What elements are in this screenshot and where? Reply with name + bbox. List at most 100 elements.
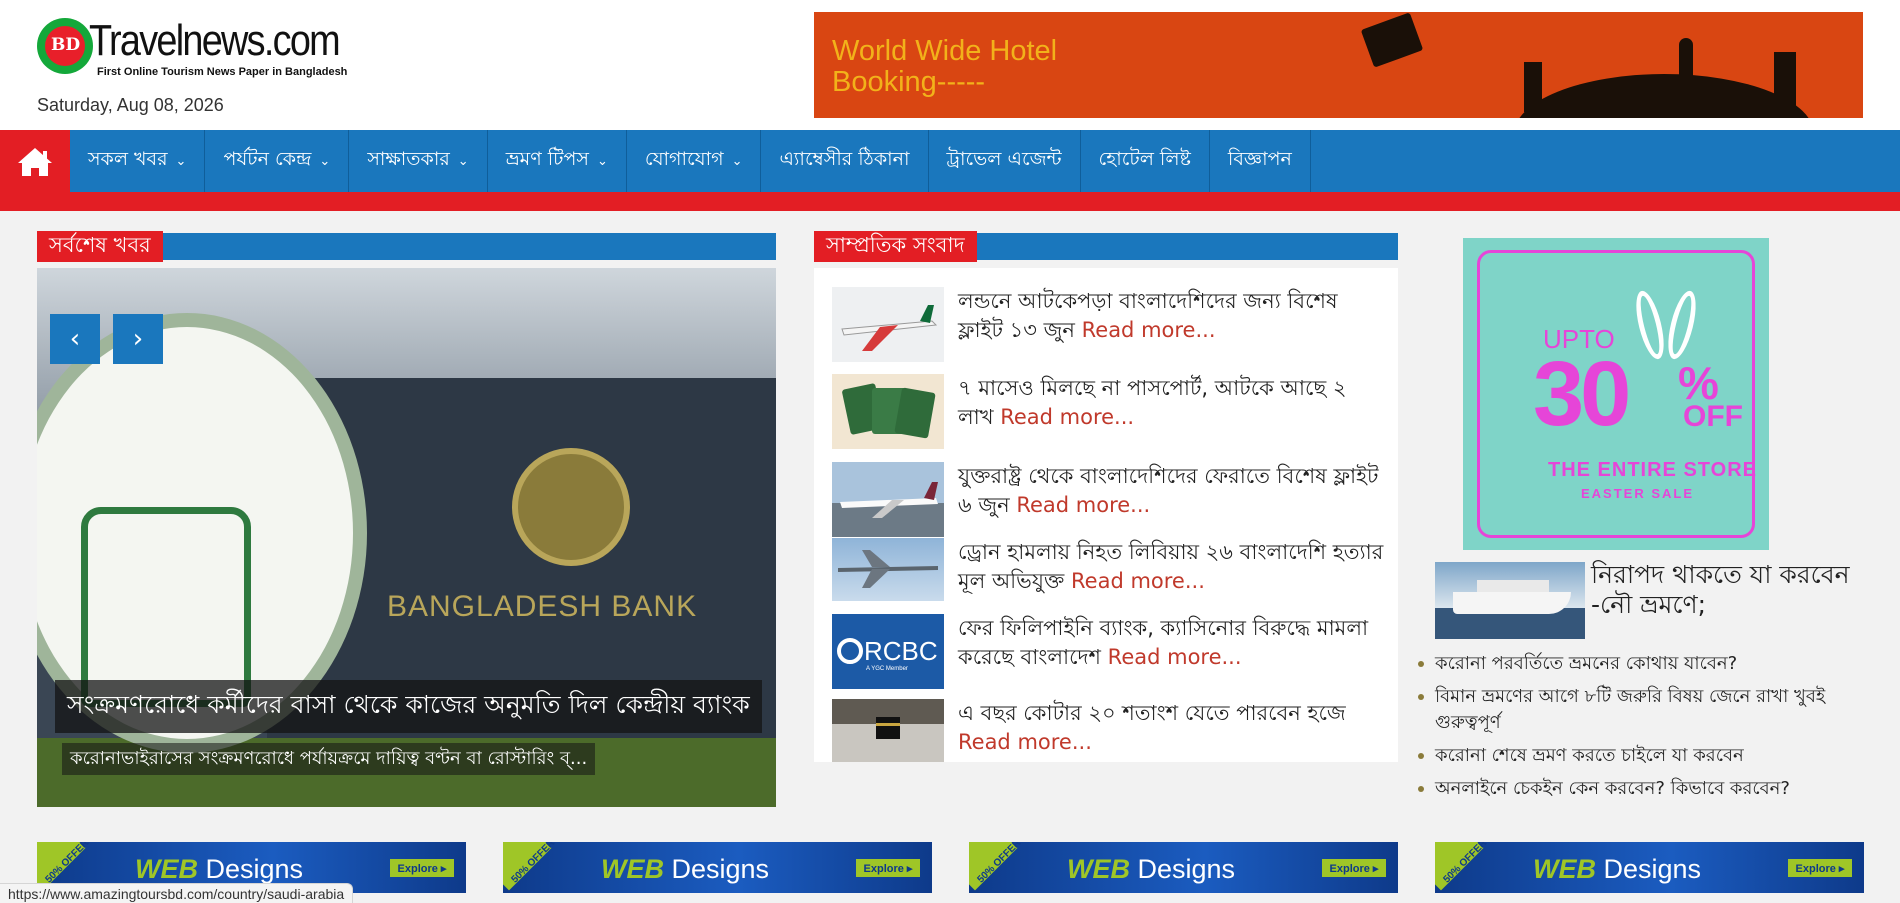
- site-header: BD Travelnews.com First Online Tourism N…: [0, 0, 1900, 130]
- read-more-link[interactable]: Read more...: [1108, 645, 1242, 669]
- recent-news-header: সাম্প্রতিক সংবাদ: [814, 231, 1398, 262]
- sidebar-link[interactable]: অনলাইনে চেকইন কেন করবেন? কিভাবে করবেন?: [1418, 776, 1888, 802]
- nav-item-label: পর্যটন কেন্দ্র: [223, 148, 312, 170]
- nav-menu: সকল খবর ⌄ পর্যটন কেন্দ্র ⌄ সাক্ষাতকার ⌄ ভ্রমণ …: [70, 130, 1311, 192]
- sidebar-link[interactable]: বিমান ভ্রমণের আগে ৮টি জরুরি বিষয় জেনে র…: [1418, 684, 1888, 736]
- site-logo[interactable]: BD Travelnews.com First Online Tourism N…: [37, 16, 347, 80]
- nav-item[interactable]: সাক্ষাতকার ⌄: [349, 130, 488, 192]
- bank-seal-emblem: [81, 507, 251, 707]
- chevron-right-icon: ›: [132, 324, 144, 354]
- web-design-ad[interactable]: 50% OFFER WEB Designs Explore ▸: [969, 842, 1398, 893]
- sidebar-link[interactable]: করোনা পরবর্তিতে ভ্রমনের কোথায় যাবেন?: [1418, 651, 1888, 677]
- nav-item[interactable]: সকল খবর ⌄: [70, 130, 206, 192]
- ad-off-text: OFF: [1683, 400, 1743, 433]
- news-thumbnail: RCBC A YGC Member: [832, 614, 944, 689]
- list-item[interactable]: যুক্তরাষ্ট্র থেকে বাংলাদেশিদের ফেরাতে বি…: [832, 462, 1392, 537]
- nav-item[interactable]: পর্যটন কেন্দ্র ⌄: [205, 130, 350, 192]
- feature-thumbnail[interactable]: [1435, 562, 1585, 639]
- chevron-down-icon: ⌄: [731, 153, 743, 169]
- recent-news-title: সাম্প্রতিক সংবাদ: [814, 231, 977, 262]
- passport-icon: [1360, 12, 1424, 68]
- latest-news-header: সর্বশেষ খবর: [37, 231, 776, 262]
- rcbc-logo-subtext: A YGC Member: [866, 666, 908, 672]
- news-thumbnail: [832, 462, 944, 537]
- home-icon: [18, 148, 52, 176]
- ad-web-text: WEB: [135, 854, 198, 884]
- logo-bd-text: BD: [51, 35, 81, 55]
- chevron-down-icon: ⌄: [319, 153, 331, 169]
- nav-underline: [0, 192, 1900, 211]
- logo-tagline: First Online Tourism News Paper in Bangl…: [97, 66, 348, 78]
- nav-item[interactable]: এ্যাম্বেসীর ঠিকানা: [761, 130, 929, 192]
- status-bar-url: https://www.amazingtoursbd.com/country/s…: [0, 883, 354, 903]
- list-item[interactable]: এ বছর কোটার ২০ শতাংশ যেতে পারবেন হজে Rea…: [832, 699, 1392, 774]
- read-more-link[interactable]: Read more...: [1016, 493, 1150, 517]
- nav-item[interactable]: যোগাযোগ ⌄: [627, 130, 762, 192]
- nav-home-button[interactable]: [0, 130, 70, 192]
- news-slider[interactable]: BANGLADESH BANK ‹ › সংক্রমণরোধে কর্মীদের…: [37, 268, 776, 807]
- bank-sign-text: BANGLADESH BANK: [387, 590, 698, 623]
- nav-item-label: ট্রাভেল এজেন্ট: [946, 148, 1062, 170]
- chevron-down-icon: ⌄: [175, 153, 187, 169]
- ad-explore-button[interactable]: Explore ▸: [1322, 859, 1386, 877]
- nav-item-label: বিজ্ঞাপন: [1227, 148, 1292, 170]
- ad-designs-text: Designs: [198, 854, 304, 884]
- list-item[interactable]: ৭ মাসেও মিলছে না পাসপোর্ট, আটকে আছে ২ লা…: [832, 374, 1392, 449]
- ad-headline: WEB Designs: [135, 854, 303, 885]
- read-more-link[interactable]: Read more...: [958, 730, 1092, 754]
- hotel-booking-banner[interactable]: World Wide Hotel Booking-----: [814, 12, 1863, 118]
- read-more-link[interactable]: Read more...: [1000, 405, 1134, 429]
- news-headline[interactable]: এ বছর কোটার ২০ শতাংশ যেতে পারবেন হজে Rea…: [958, 699, 1388, 757]
- news-headline[interactable]: ৭ মাসেও মিলছে না পাসপোর্ট, আটকে আছে ২ লা…: [958, 374, 1388, 432]
- current-date: Saturday, Aug 08, 2026: [37, 95, 224, 115]
- nav-item[interactable]: ট্রাভেল এজেন্ট: [929, 130, 1081, 192]
- building-illustration: [1524, 62, 1542, 112]
- ad-web-text: WEB: [601, 854, 664, 884]
- ad-headline: WEB Designs: [1533, 854, 1701, 885]
- news-headline[interactable]: যুক্তরাষ্ট্র থেকে বাংলাদেশিদের ফেরাতে বি…: [958, 462, 1388, 520]
- nav-item-label: হোটেল লিষ্ট: [1098, 148, 1191, 170]
- chevron-left-icon: ‹: [69, 324, 81, 354]
- nav-item-label: ভ্রমণ টিপস: [505, 148, 589, 170]
- news-headline[interactable]: ফের ফিলিপাইনি ব্যাংক, ক্যাসিনোর বিরুদ্ধে…: [958, 614, 1388, 672]
- ad-discount-amount: 30: [1533, 343, 1631, 445]
- ad-explore-button[interactable]: Explore ▸: [1788, 859, 1852, 877]
- list-item[interactable]: RCBC A YGC Member ফের ফিলিপাইনি ব্যাংক, ক…: [832, 614, 1392, 689]
- nav-item-label: সাক্ষাতকার: [367, 148, 450, 170]
- ad-explore-button[interactable]: Explore ▸: [856, 859, 920, 877]
- web-design-ad[interactable]: 50% OFFER WEB Designs Explore ▸: [1435, 842, 1864, 893]
- nav-item[interactable]: বিজ্ঞাপন: [1210, 130, 1311, 192]
- read-more-link[interactable]: Read more...: [1082, 318, 1216, 342]
- ad-designs-text: Designs: [1130, 854, 1236, 884]
- slider-next-button[interactable]: ›: [113, 314, 163, 364]
- main-nav: সকল খবর ⌄ পর্যটন কেন্দ্র ⌄ সাক্ষাতকার ⌄ ভ্রমণ …: [0, 130, 1900, 192]
- bank-medallion: [512, 448, 630, 566]
- rcbc-logo-text: RCBC: [864, 636, 938, 666]
- list-item[interactable]: লন্ডনে আটকেপড়া বাংলাদেশিদের জন্য বিশেষ …: [832, 287, 1392, 362]
- ship-hull-image: [1453, 592, 1571, 614]
- web-design-ad[interactable]: 50% OFFER WEB Designs Explore ▸: [503, 842, 932, 893]
- news-thumbnail: [832, 287, 944, 362]
- news-thumbnail: [832, 374, 944, 449]
- feature-headline[interactable]: নিরাপদ থাকতে যা করবেন -নৌ ভ্রমণে;: [1591, 560, 1871, 620]
- chevron-down-icon: ⌄: [457, 153, 469, 169]
- traveler-illustration: [1679, 38, 1693, 90]
- ad-explore-button[interactable]: Explore ▸: [390, 859, 454, 877]
- nav-item[interactable]: হোটেল লিষ্ট: [1081, 130, 1210, 192]
- nav-item-label: এ্যাম্বেসীর ঠিকানা: [779, 148, 910, 170]
- banner-text: World Wide Hotel Booking-----: [832, 35, 1058, 98]
- globe-illustration: [1514, 74, 1814, 118]
- slide-caption[interactable]: সংক্রমণরোধে কর্মীদের বাসা থেকে কাজের অনু…: [55, 680, 762, 733]
- slider-prev-button[interactable]: ‹: [50, 314, 100, 364]
- sidebar-link-list: করোনা পরবর্তিতে ভ্রমনের কোথায় যাবেন? বি…: [1418, 651, 1888, 809]
- list-item[interactable]: ড্রোন হামলায় নিহত লিবিয়ায় ২৬ বাংলাদেশ…: [832, 538, 1392, 613]
- nav-item[interactable]: ভ্রমণ টিপস ⌄: [488, 130, 627, 192]
- news-headline[interactable]: লন্ডনে আটকেপড়া বাংলাদেশিদের জন্য বিশেষ …: [958, 287, 1388, 345]
- sidebar-link[interactable]: করোনা শেষে ভ্রমণ করতে চাইলে যা করবেন: [1418, 743, 1888, 769]
- ad-headline: WEB Designs: [1067, 854, 1235, 885]
- sale-ad-banner[interactable]: UPTO 30 % OFF THE ENTIRE STORE EASTER SA…: [1463, 238, 1769, 550]
- ad-line-text: THE ENTIRE STORE: [1548, 459, 1757, 481]
- news-headline[interactable]: ড্রোন হামলায় নিহত লিবিয়ায় ২৬ বাংলাদেশ…: [958, 538, 1388, 596]
- slide-excerpt: করোনাভাইরাসের সংক্রমণরোধে পর্যায়ক্রমে দ…: [62, 743, 596, 775]
- read-more-link[interactable]: Read more...: [1071, 569, 1205, 593]
